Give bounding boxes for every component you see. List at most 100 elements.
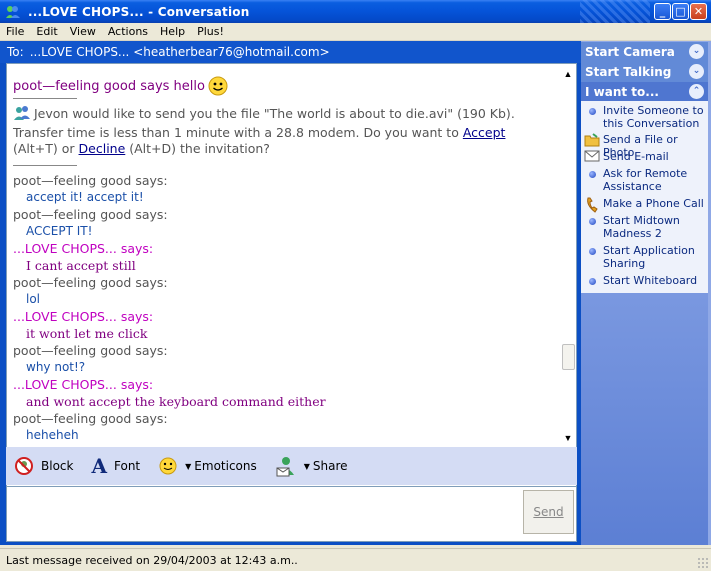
i-want-to-label: I want to... bbox=[585, 85, 659, 99]
share-button[interactable]: ▼ Share bbox=[275, 455, 348, 477]
emoticons-label: Emoticons bbox=[194, 459, 257, 473]
message-text: why not!? bbox=[26, 360, 86, 374]
start-camera-label: Start Camera bbox=[585, 45, 675, 59]
emoticon-icon bbox=[158, 456, 178, 476]
font-icon: A bbox=[91, 454, 107, 478]
minimize-button[interactable]: _ bbox=[654, 3, 671, 20]
message-input[interactable] bbox=[11, 490, 516, 538]
sidebar-item-midtown-madness[interactable]: Start Midtown Madness 2 bbox=[584, 214, 708, 240]
share-label: Share bbox=[312, 459, 348, 473]
message-speaker: ...LOVE CHOPS... says: bbox=[13, 241, 154, 256]
sidebar-item-label: Invite Someone to this Conversation bbox=[603, 104, 704, 130]
title-bar: ...LOVE CHOPS... - Conversation _ □ ✕ bbox=[0, 0, 711, 23]
menu-bar: File Edit View Actions Help Plus! bbox=[0, 23, 711, 41]
block-button[interactable]: Block bbox=[14, 456, 73, 476]
message-text: ACCEPT IT! bbox=[26, 224, 93, 238]
menu-plus[interactable]: Plus! bbox=[191, 25, 230, 38]
close-button[interactable]: ✕ bbox=[690, 3, 707, 20]
share-dropdown-icon: ▼ bbox=[303, 461, 310, 471]
sidebar-item-phone-call[interactable]: Make a Phone Call bbox=[584, 197, 708, 213]
scroll-up-arrow-icon[interactable]: ▲ bbox=[560, 66, 576, 82]
compose-toolbar: Block A Font ▼ Emoticons ▼ Share bbox=[6, 447, 577, 485]
envelope-icon bbox=[584, 150, 600, 162]
chevron-down-icon[interactable]: ⌄ bbox=[689, 64, 704, 79]
msn-messenger-icon bbox=[4, 4, 22, 20]
sys-message-text: poot—feeling good says hello bbox=[13, 78, 205, 94]
i-want-to-header[interactable]: I want to... ⌃ bbox=[581, 82, 708, 102]
resize-grip[interactable] bbox=[697, 557, 709, 569]
start-camera-button[interactable]: Start Camera ⌄ bbox=[581, 42, 708, 62]
message-text: lol bbox=[26, 292, 41, 306]
history-scrollbar[interactable]: ▲ ▼ bbox=[560, 64, 576, 488]
scroll-thumb[interactable] bbox=[562, 344, 575, 370]
i-want-to-list: Invite Someone to this Conversation Send… bbox=[581, 101, 708, 293]
sidebar-background bbox=[581, 293, 708, 545]
divider bbox=[13, 98, 77, 99]
to-recipient: ...LOVE CHOPS... <heatherbear76@hotmail.… bbox=[29, 45, 330, 59]
message-speaker: poot—feeling good says: bbox=[13, 173, 168, 188]
sidebar-item-app-sharing[interactable]: Start Application Sharing bbox=[584, 244, 708, 270]
message-speaker: poot—feeling good says: bbox=[13, 207, 168, 222]
file-invitation: Jevon would like to send you the file "T… bbox=[13, 105, 560, 157]
share-icon bbox=[275, 455, 297, 477]
sidebar-item-label: Send E-mail bbox=[603, 150, 669, 163]
message-text: it wont let me click bbox=[26, 326, 148, 341]
sidebar-item-label: Start Whiteboard bbox=[603, 274, 698, 287]
phone-icon bbox=[584, 197, 600, 213]
status-bar: Last message received on 29/04/2003 at 1… bbox=[0, 548, 711, 571]
divider bbox=[13, 165, 77, 166]
start-talking-label: Start Talking bbox=[585, 65, 672, 79]
accept-hotkey: (Alt+T) or bbox=[13, 141, 79, 156]
block-label: Block bbox=[41, 459, 74, 473]
message-speaker: poot—feeling good says: bbox=[13, 343, 168, 358]
to-label: To: bbox=[7, 45, 24, 59]
font-button[interactable]: A Font bbox=[91, 454, 140, 478]
menu-help[interactable]: Help bbox=[154, 25, 191, 38]
chevron-up-icon[interactable]: ⌃ bbox=[689, 84, 704, 99]
bullet-icon bbox=[584, 274, 600, 285]
decline-link[interactable]: Decline bbox=[79, 141, 126, 156]
sidebar: Start Camera ⌄ Start Talking ⌄ I want to… bbox=[581, 41, 711, 545]
file-transfer-icon bbox=[13, 105, 31, 125]
bullet-icon bbox=[584, 167, 600, 178]
sidebar-item-label: Ask for Remote Assistance bbox=[603, 167, 688, 193]
bullet-icon bbox=[584, 104, 600, 115]
menu-file[interactable]: File bbox=[0, 25, 30, 38]
start-talking-button[interactable]: Start Talking ⌄ bbox=[581, 62, 708, 82]
menu-edit[interactable]: Edit bbox=[30, 25, 63, 38]
emoticons-button[interactable]: ▼ Emoticons bbox=[158, 456, 257, 476]
message-history-content: poot—feeling good says hello Jevon would… bbox=[7, 64, 560, 488]
clipped-line bbox=[13, 64, 560, 68]
sidebar-item-invite[interactable]: Invite Someone to this Conversation bbox=[584, 104, 708, 130]
message-text: accept it! accept it! bbox=[26, 190, 144, 204]
message-history[interactable]: poot—feeling good says hello Jevon would… bbox=[6, 63, 577, 489]
to-bar: To: ...LOVE CHOPS... <heatherbear76@hotm… bbox=[0, 41, 581, 63]
smiley-icon bbox=[208, 76, 228, 96]
invite-after: (Alt+D) the invitation? bbox=[125, 141, 270, 156]
menu-view[interactable]: View bbox=[64, 25, 102, 38]
status-text: Last message received on 29/04/2003 at 1… bbox=[6, 553, 298, 567]
message-speaker: poot—feeling good says: bbox=[13, 275, 168, 290]
send-button[interactable]: Send bbox=[523, 490, 574, 534]
compose-area: Send bbox=[6, 486, 577, 542]
message-speaker: ...LOVE CHOPS... says: bbox=[13, 309, 154, 324]
message-text: I cant accept still bbox=[26, 258, 136, 273]
bullet-icon bbox=[584, 244, 600, 255]
sys-message: poot—feeling good says hello bbox=[13, 76, 560, 96]
sidebar-item-whiteboard[interactable]: Start Whiteboard bbox=[584, 274, 708, 287]
sidebar-item-label: Start Application Sharing bbox=[603, 244, 695, 270]
maximize-button[interactable]: □ bbox=[672, 3, 689, 20]
menu-actions[interactable]: Actions bbox=[102, 25, 154, 38]
invite-text: Jevon would like to send you the file "T… bbox=[13, 106, 515, 140]
accept-link[interactable]: Accept bbox=[463, 125, 506, 140]
send-label: Send bbox=[533, 505, 564, 519]
scroll-down-arrow-icon[interactable]: ▼ bbox=[560, 430, 576, 446]
sidebar-item-remote-assistance[interactable]: Ask for Remote Assistance bbox=[584, 167, 708, 193]
sidebar-item-label: Make a Phone Call bbox=[603, 197, 704, 210]
chevron-down-icon[interactable]: ⌄ bbox=[689, 44, 704, 59]
message-list: poot—feeling good says: accept it! accep… bbox=[13, 172, 560, 444]
sidebar-item-send-email[interactable]: Send E-mail bbox=[584, 150, 708, 163]
message-speaker: ...LOVE CHOPS... says: bbox=[13, 377, 154, 392]
folder-icon bbox=[584, 133, 600, 147]
message-text: heheheh bbox=[26, 428, 79, 442]
